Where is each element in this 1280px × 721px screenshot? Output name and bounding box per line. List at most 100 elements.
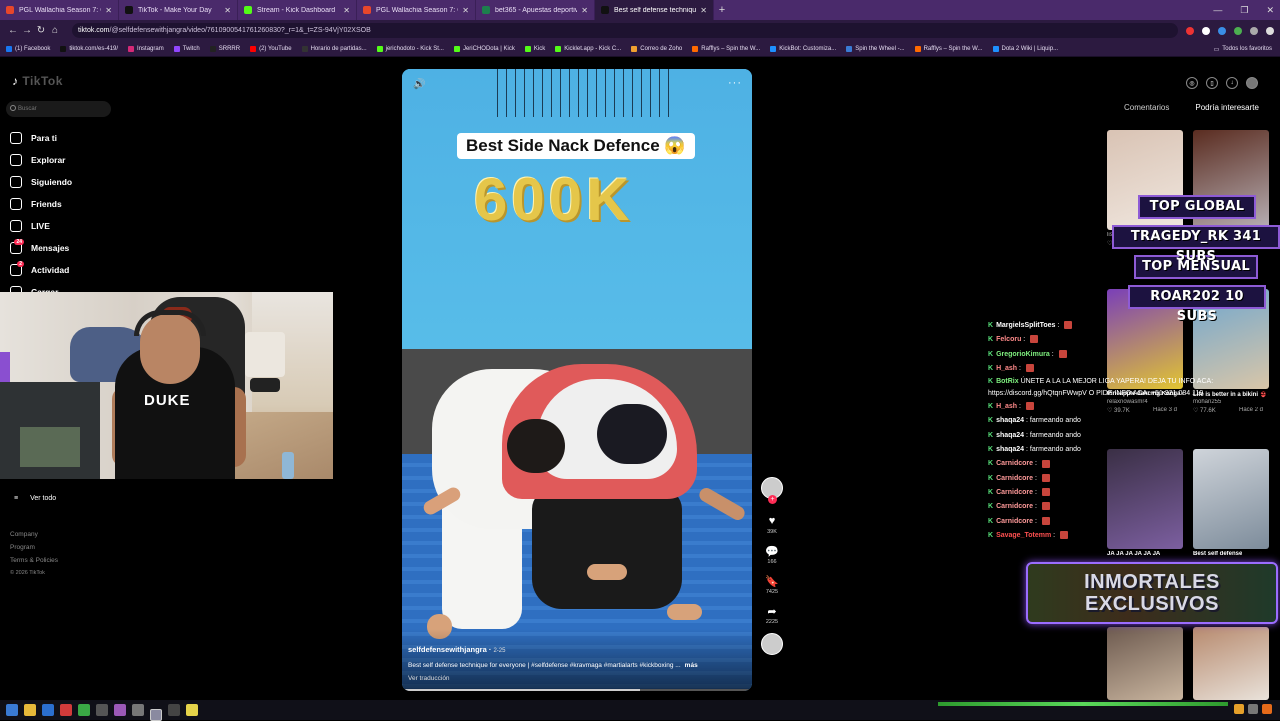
all-bookmarks[interactable]: ▭ Todos los favoritos (1214, 41, 1272, 56)
extension-icon[interactable] (1234, 26, 1242, 35)
chat-username[interactable]: Carnidcore (996, 503, 1033, 510)
more-options-icon[interactable]: ··· (728, 77, 742, 89)
chat-username[interactable]: Carnidcore (996, 460, 1033, 467)
bookmark-item[interactable]: tiktok.com/es-419/ (60, 45, 118, 52)
sidebar-item-mensajes[interactable]: 24 Mensajes (10, 237, 72, 259)
bookmark-item[interactable]: Correo de Zoho (631, 45, 682, 52)
bookmark-item[interactable]: Rafflys – Spin the W... (914, 45, 983, 52)
browser-tab[interactable]: Stream - Kick Dashboard ✕ (238, 0, 357, 20)
new-tab-icon[interactable]: + (714, 4, 730, 16)
video-progress[interactable] (402, 689, 752, 691)
bookmark-item[interactable]: Horario de partidas... (301, 45, 367, 52)
chat-username[interactable]: Carnidcore (996, 518, 1033, 525)
download-icon[interactable]: ↓ (1226, 77, 1238, 89)
tab-close-icon[interactable]: ✕ (105, 6, 112, 15)
bookmark-item[interactable]: Kicklet.app - Kick C... (555, 45, 621, 52)
app-icon[interactable] (168, 704, 180, 716)
tab-close-icon[interactable]: ✕ (343, 6, 350, 15)
comment-button[interactable]: 💬 166 (765, 545, 779, 565)
bookmark-item[interactable]: Kick (524, 45, 545, 52)
bookmark-item[interactable]: KickBot: Customiza... (770, 45, 836, 52)
bookmark-item[interactable]: jerichodoto - Kick St... (376, 45, 444, 52)
like-button[interactable]: ♥ 39K (767, 515, 777, 535)
maximize-icon[interactable]: ❐ (1240, 5, 1248, 16)
chat-username[interactable]: shaqa24 (996, 417, 1024, 424)
bookmark-item[interactable]: SRRRR (209, 45, 240, 52)
user-avatar[interactable] (1246, 77, 1258, 89)
chat-username[interactable]: H_ash (996, 365, 1017, 372)
more-link[interactable]: más (685, 662, 698, 669)
minimize-icon[interactable]: — (1213, 5, 1222, 15)
bookmark-item[interactable]: Instagram (128, 45, 164, 52)
sidebar-item-para-ti[interactable]: Para ti (10, 127, 72, 149)
chat-username[interactable]: H_ash (996, 403, 1017, 410)
bookmark-item[interactable]: (1) Facebook (6, 45, 50, 52)
browser-tab[interactable]: bet365 - Apuestas deportivas o✕ (476, 0, 595, 20)
tab-close-icon[interactable]: ✕ (462, 6, 469, 15)
explorer-icon[interactable] (24, 704, 36, 716)
recommended-video-thumb[interactable] (1193, 627, 1269, 700)
chat-username[interactable]: Carnidcore (996, 489, 1033, 496)
translate-link[interactable]: Ver traducción (408, 675, 450, 682)
recommended-video-thumb[interactable] (1107, 627, 1183, 700)
search-input[interactable]: Buscar (6, 101, 111, 117)
home-browser-icon[interactable]: ⌂ (48, 25, 62, 36)
recommended-video-thumb[interactable] (1193, 449, 1269, 549)
app-icon[interactable] (42, 704, 54, 716)
start-icon[interactable] (6, 704, 18, 716)
tiktok-logo[interactable]: ♪ TikTok (12, 74, 63, 88)
app-icon[interactable] (60, 704, 72, 716)
close-window-icon[interactable]: ✕ (1266, 5, 1274, 16)
extension-icon[interactable] (1202, 26, 1210, 35)
tab-close-icon[interactable]: ✕ (700, 6, 707, 15)
chat-username[interactable]: MargielsSplitToes (996, 322, 1055, 329)
profile-avatar[interactable] (1266, 26, 1274, 35)
footer-company[interactable]: Company (10, 528, 58, 541)
video-player[interactable]: 600K Best Side Nack Defence 😱 🔊 ··· self… (402, 69, 752, 691)
save-button[interactable]: 🔖 7425 (765, 575, 779, 595)
follow-plus-icon[interactable]: + (768, 495, 777, 504)
browser-tab[interactable]: PGL Wallachia Season 7: Group ✕ (357, 0, 476, 20)
tab-close-icon[interactable]: ✕ (224, 6, 231, 15)
sidebar-item-friends[interactable]: Friends (10, 193, 72, 215)
settings-icon[interactable]: ◎ (1186, 77, 1198, 89)
chat-username[interactable]: Felcoru (996, 336, 1021, 343)
forward-icon[interactable]: → (20, 25, 34, 36)
footer-terms[interactable]: Terms & Policies (10, 554, 58, 567)
bookmark-item[interactable]: JeriCHODota | Kick (453, 45, 515, 52)
tab-close-icon[interactable]: ✕ (581, 6, 588, 15)
app-icon[interactable] (114, 704, 126, 716)
device-icon[interactable]: ▯ (1206, 77, 1218, 89)
chat-username[interactable]: Carnidcore (996, 475, 1033, 482)
extension-icon[interactable] (1250, 26, 1258, 35)
url-field[interactable]: tiktok.com/@selfdefensewithjangra/video/… (72, 23, 1178, 38)
bookmark-item[interactable]: Spin the Wheel -... (846, 45, 905, 52)
chat-username[interactable]: Savage_Totemm (996, 532, 1051, 539)
extension-icon[interactable] (1186, 26, 1194, 35)
extension-icon[interactable] (1218, 26, 1226, 35)
chat-username[interactable]: shaqa24 (996, 432, 1024, 439)
share-button[interactable]: ➦ 2225 (766, 605, 778, 625)
video-author[interactable]: selfdefensewithjangra · 2-25 (408, 645, 505, 654)
app-icon[interactable] (132, 704, 144, 716)
sidebar-item-actividad[interactable]: 2 Actividad (10, 259, 72, 281)
bookmark-item[interactable]: Twitch (173, 45, 200, 52)
tab-comentarios[interactable]: Comentarios (1124, 103, 1169, 112)
sidebar-item-explorar[interactable]: Explorar (10, 149, 72, 171)
tab-podria-interesarte[interactable]: Podría interesarte (1195, 103, 1259, 112)
app-icon[interactable] (96, 704, 108, 716)
ver-todo-link[interactable]: ≡ Ver todo (14, 495, 56, 502)
bookmark-item[interactable]: Rafflys – Spin the W... (692, 45, 760, 52)
browser-tab[interactable]: PGL Wallachia Season 7: Group ✕ (0, 0, 119, 20)
browser-tab[interactable]: Best self defense techniqu ✕ (595, 0, 714, 20)
sidebar-item-siguiendo[interactable]: Siguiendo (10, 171, 72, 193)
creator-avatar[interactable]: + (761, 477, 783, 504)
bookmark-item[interactable]: (2) YouTube (250, 45, 292, 52)
bookmark-item[interactable]: Dota 2 Wiki | Liquip... (992, 45, 1058, 52)
chat-username[interactable]: GregorioKimura (996, 351, 1050, 358)
sound-disc[interactable] (761, 633, 783, 655)
back-icon[interactable]: ← (6, 25, 20, 36)
tray-icon[interactable] (1234, 704, 1244, 714)
reload-icon[interactable]: ↻ (34, 25, 48, 36)
chrome-icon[interactable] (150, 709, 162, 721)
